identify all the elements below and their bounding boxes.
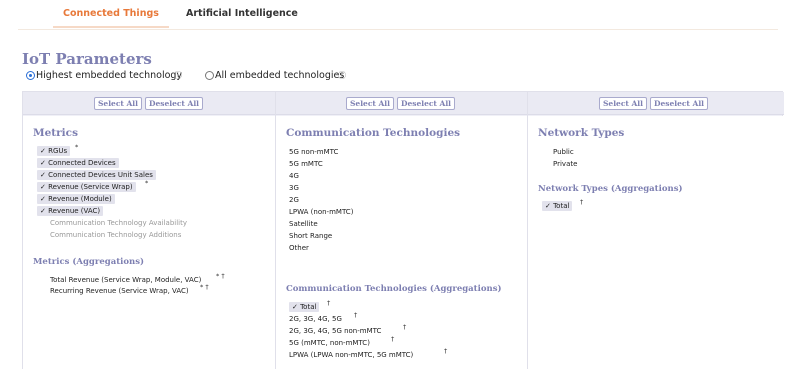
dagger-mark: † [403,323,407,331]
dagger-mark: † [444,347,448,355]
metrics-select-all-button[interactable]: Select All [94,97,142,110]
dagger-mark: † [327,299,331,307]
comm-other[interactable]: Other [289,243,309,253]
page-title: IoT Parameters [22,50,152,68]
dagger-mark: † [580,198,584,206]
metric-agg-total-revenue[interactable]: Total Revenue (Service Wrap, Module, VAC… [50,275,201,285]
asterisk-dagger-mark: * † [216,272,225,280]
info-icon[interactable]: ⓘ [338,70,346,81]
network-public[interactable]: Public [553,147,574,157]
network-agg-total[interactable]: ✓ Total [542,201,573,211]
metrics-title: Metrics [33,127,78,139]
asterisk-mark: * [75,143,79,151]
metric-connected-devices-unit-sales[interactable]: ✓ Connected Devices Unit Sales [37,170,156,180]
comm-agg-lpwa[interactable]: LPWA (LPWA non-mMTC, 5G mMTC) [289,350,413,360]
dagger-mark: † [354,311,358,319]
comm-tech-title: Communication Technologies [286,127,461,139]
comm-select-all-button[interactable]: Select All [346,97,394,110]
info-icon[interactable]: ⓘ [174,70,182,81]
comm-tech-aggregations-title: Communication Technologies (Aggregations… [286,284,502,294]
metric-revenue-vac[interactable]: ✓ Revenue (VAC) [37,206,104,216]
metric-agg-recurring-revenue[interactable]: Recurring Revenue (Service Wrap, VAC) [50,286,189,296]
comm-4g[interactable]: 4G [289,171,299,181]
comm-2g[interactable]: 2G [289,195,299,205]
radio-highest-embedded-label[interactable]: Highest embedded technology [36,70,182,81]
network-types-aggregations-title: Network Types (Aggregations) [538,184,683,194]
network-select-all-button[interactable]: Select All [599,97,647,110]
network-deselect-all-button[interactable]: Deselect All [650,97,708,110]
selection-header: Select All Deselect All Select All Desel… [23,92,784,115]
metrics-aggregations-title: Metrics (Aggregations) [33,257,145,267]
comm-agg-5g-mmtc-non-mmtc[interactable]: 5G (mMTC, non-mMTC) [289,338,370,348]
network-private[interactable]: Private [553,159,577,169]
metrics-deselect-all-button[interactable]: Deselect All [145,97,203,110]
asterisk-dagger-mark: * † [200,283,209,291]
comm-agg-2g-3g-4g-5g-non-mmtc[interactable]: 2G, 3G, 4G, 5G non-mMTC [289,326,381,336]
parameters-panel: Select All Deselect All Select All Desel… [22,91,784,369]
radio-highest-embedded[interactable] [26,71,35,80]
metric-comm-tech-availability: Communication Technology Availability [50,219,187,227]
comm-tech-column: Communication Technologies 5G non-mMTC 5… [276,116,527,369]
metric-revenue-service-wrap[interactable]: ✓ Revenue (Service Wrap) [37,182,136,192]
comm-5g-non-mmtc[interactable]: 5G non-mMTC [289,147,338,157]
comm-lpwa-non-mmtc[interactable]: LPWA (non-mMTC) [289,207,353,217]
active-tab-indicator [53,26,169,28]
tab-artificial-intelligence[interactable]: Artificial Intelligence [186,8,298,19]
asterisk-mark: * [145,179,149,187]
metric-comm-tech-additions: Communication Technology Additions [50,231,182,239]
tab-connected-things[interactable]: Connected Things [63,8,159,19]
comm-deselect-all-button[interactable]: Deselect All [397,97,455,110]
metric-rgus[interactable]: ✓ RGUs [37,146,71,156]
network-types-title: Network Types [538,127,625,139]
tab-bar: Connected Things Artificial Intelligence [18,0,778,30]
comm-3g[interactable]: 3G [289,183,299,193]
dagger-mark: † [391,335,395,343]
comm-agg-2g-3g-4g-5g[interactable]: 2G, 3G, 4G, 5G [289,314,342,324]
comm-5g-mmtc[interactable]: 5G mMTC [289,159,323,169]
comm-satellite[interactable]: Satellite [289,219,318,229]
network-types-column: Network Types Public Private Network Typ… [528,116,783,369]
metric-connected-devices[interactable]: ✓ Connected Devices [37,158,119,168]
metric-revenue-module[interactable]: ✓ Revenue (Module) [37,194,115,204]
comm-agg-total[interactable]: ✓ Total [289,302,320,312]
metrics-column: Metrics ✓ RGUs * ✓ Connected Devices ✓ C… [23,116,275,369]
radio-all-embedded-label[interactable]: All embedded technologies [215,70,344,81]
radio-all-embedded[interactable] [205,71,214,80]
comm-short-range[interactable]: Short Range [289,231,332,241]
